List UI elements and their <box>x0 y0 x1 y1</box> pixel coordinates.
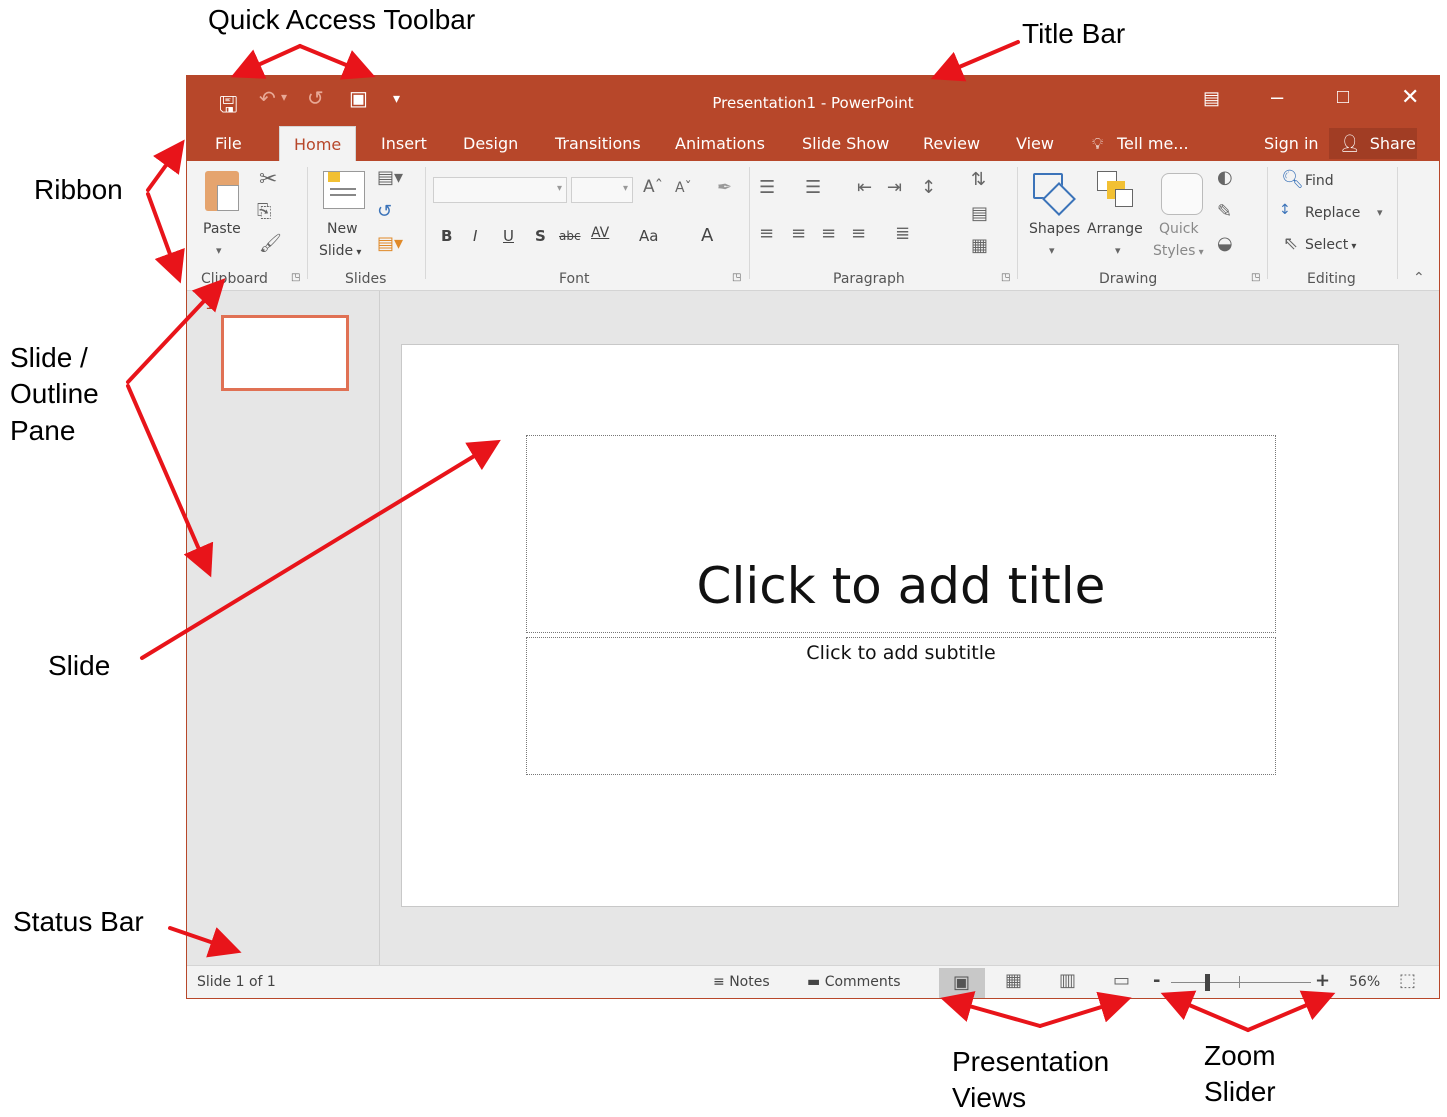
arrow <box>146 192 185 284</box>
arrow <box>126 278 226 384</box>
arrow <box>230 44 302 79</box>
arrow <box>1038 991 1132 1028</box>
annotation-arrows <box>126 40 1336 1032</box>
arrow <box>930 40 1020 82</box>
arrow <box>168 926 242 958</box>
arrow <box>1160 990 1250 1032</box>
arrow <box>126 384 214 578</box>
arrow <box>140 439 501 660</box>
arrow <box>1246 990 1336 1032</box>
arrow <box>940 991 1042 1028</box>
arrow <box>146 139 185 192</box>
arrow <box>298 44 376 80</box>
